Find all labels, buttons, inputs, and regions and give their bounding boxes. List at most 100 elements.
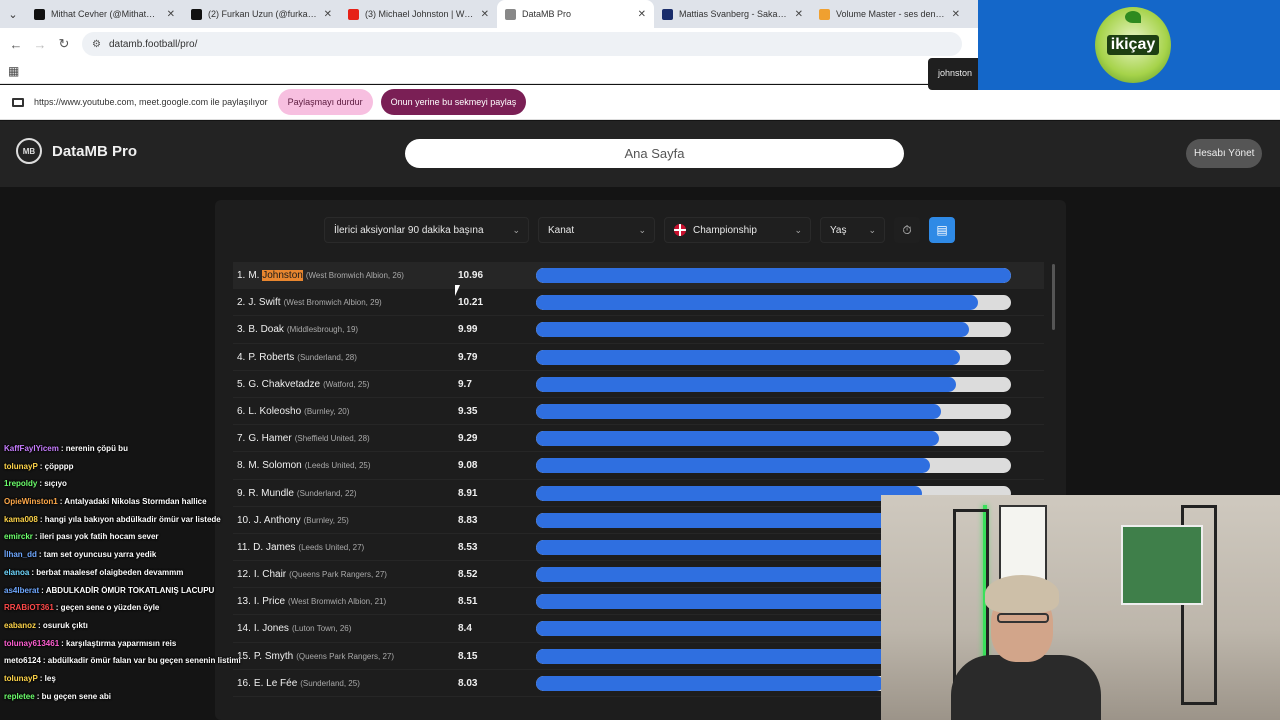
share-this-tab-button[interactable]: Onun yerine bu sekmeyi paylaş [380,89,527,115]
close-tab-icon[interactable]: ✕ [795,9,803,20]
player-value: 10.21 [458,297,484,309]
player-club: (Leeds United, 27) [298,542,365,552]
value-bar-track [536,295,1011,311]
browser-tab[interactable]: (3) Michael Johnston | West ✕ [340,0,497,28]
close-tab-icon[interactable]: ✕ [324,9,332,20]
chat-username: tolunayP [4,461,38,471]
leaf-icon [1125,11,1141,23]
player-rank: 3. [237,324,246,336]
player-value: 8.83 [458,514,478,526]
value-bar-track [536,376,1011,392]
tab-title: (2) Furkan Uzun (@furkan__uzu [208,9,318,19]
tab-title: Mithat Cevher (@MithatCevher [51,9,161,19]
manage-account-button[interactable]: Hesabı Yönet [1186,139,1263,168]
chevron-down-icon: ⌄ [868,225,876,235]
player-club: (Sunderland, 25) [300,678,360,688]
player-club: (West Bromwich Albion, 26) [305,271,404,280]
browser-tab[interactable]: Volume Master - ses denetleyic ✕ [811,0,968,28]
reload-icon[interactable]: ↻ [52,36,76,52]
x-icon [191,8,202,20]
site-info-icon[interactable]: ⚙ [92,39,101,50]
browser-tab[interactable]: (2) Furkan Uzun (@furkan__uzu ✕ [183,0,340,28]
mouse-cursor-icon [455,285,463,296]
screen-share-bar: https://www.youtube.com, meet.google.com… [0,85,1280,120]
player-row[interactable]: 7. G. Hamer (Sheffield United, 28) 9.29 [233,425,1044,453]
browser-tab[interactable]: DataMB Pro ✕ [497,0,654,28]
value-bar-track [536,458,1011,474]
value-bar-fill [536,458,930,474]
chat-message: as4lberat: ABDULKADİR ÖMÜR TOKATLANIŞ LA… [0,586,268,604]
chat-username: meto6124 [4,656,41,666]
player-row[interactable]: 3. B. Doak (Middlesbrough, 19) 9.99 [233,316,1044,344]
chat-text: : hangi yıla bakıyon abdülkadir ömür var… [39,514,221,524]
player-name: 2. J. Swift (West Bromwich Albion, 29) [237,297,382,308]
player-value: 8.91 [458,487,478,499]
chat-text: : bu geçen sene abi [36,691,111,701]
chat-username: İlhan_dd [4,550,37,560]
value-bar-track [536,349,1011,365]
player-value: 9.79 [458,351,478,363]
value-bar-track [536,431,1011,447]
chevron-down-icon: ⌄ [638,225,646,235]
player-row[interactable]: 4. P. Roberts (Sunderland, 28) 9.79 [233,344,1044,371]
brand-name: DataMB Pro [52,142,138,160]
metric-select[interactable]: İlerici aksiyonlar 90 dakika başına ⌄ [324,217,529,243]
player-rank: 5. [237,378,246,390]
metric-select-value: İlerici aksiyonlar 90 dakika başına [334,224,484,236]
app-header: MB DataMB Pro Ana Sayfa Hesabı Yönet [0,121,1280,187]
browser-tab[interactable]: Mithat Cevher (@MithatCevher ✕ [26,0,183,28]
chat-text: : tam set oyuncusu yarra yedik [38,550,157,560]
chat-message: eabanoz: osuruk çıktı [0,621,268,639]
player-name: 3. B. Doak (Middlesbrough, 19) [237,324,358,335]
timer-icon[interactable]: ⏱ [894,217,920,243]
url-field[interactable]: ⚙ datamb.football/pro/ [82,32,962,56]
chat-message: tolunayP: leş [0,674,268,692]
url-text: datamb.football/pro/ [108,38,198,50]
player-value: 8.52 [458,569,478,581]
stop-sharing-button[interactable]: Paylaşmayı durdur [277,89,373,115]
player-club: (Queens Park Rangers, 27) [296,651,395,661]
chat-message: İlhan_dd: tam set oyuncusu yarra yedik [0,550,268,568]
globe-icon [505,8,516,20]
chat-message: OpieWinston1: Antalyadaki Nikolas Stormd… [0,497,268,515]
player-value: 8.15 [458,650,478,662]
close-tab-icon[interactable]: ✕ [167,9,175,20]
player-value: 10.96 [458,270,484,281]
player-club: (Burnley, 20) [304,406,350,416]
player-club: (Sunderland, 22) [296,488,357,498]
chat-message: meto6124: abdülkadir ömür falan var bu g… [0,656,268,674]
chat-username: elanoa [4,567,30,577]
tab-search-chevron-icon[interactable]: ⌄ [0,0,26,28]
home-button[interactable]: Ana Sayfa [405,139,904,168]
player-row[interactable]: 1. M. Johnston (West Bromwich Albion, 26) 1… [233,262,1044,290]
age-select[interactable]: Yaş ⌄ [820,217,885,243]
apps-grid-icon[interactable]: ▦ [8,64,19,78]
league-select[interactable]: Championship ⌄ [664,217,811,243]
chat-message: kama008: hangi yıla bakıyon abdülkadir ö… [0,515,268,533]
chat-username: emirckr [4,532,33,542]
player-name-text: P. Roberts [248,351,295,363]
brand[interactable]: MB DataMB Pro [16,138,137,164]
player-club: (Queens Park Rangers, 27) [289,570,387,580]
browser-tab[interactable]: Mattias Svanberg - Sakatlık geç ✕ [654,0,811,28]
position-select[interactable]: Kanat ⌄ [538,217,655,243]
forward-arrow-icon[interactable]: → [28,37,52,52]
player-row[interactable]: 5. G. Chakvetadze (Watford, 25) 9.7 [233,371,1044,398]
position-select-value: Kanat [548,224,575,236]
back-arrow-icon[interactable]: ← [4,37,28,52]
player-club: (West Bromwich Albion, 29) [283,298,382,308]
player-row[interactable]: 6. L. Koleosho (Burnley, 20) 9.35 [233,398,1044,426]
player-name: 1. M. Johnston (West Bromwich Albion, 26) [237,270,404,281]
close-tab-icon[interactable]: ✕ [952,9,960,20]
list-scrollbar[interactable] [1052,264,1055,330]
calendar-icon[interactable]: ▤ [929,217,955,243]
close-tab-icon[interactable]: ✕ [638,9,646,20]
chat-text: : berbat maalesef olaigbeden devammm [31,567,184,577]
player-row[interactable]: 2. J. Swift (West Bromwich Albion, 29) 10.2… [233,289,1044,317]
close-tab-icon[interactable]: ✕ [481,9,489,20]
chat-username: as4lberat [4,585,40,595]
value-bar-track [536,403,1011,419]
player-row[interactable]: 8. M. Solomon (Leeds United, 25) 9.08 [233,452,1044,480]
tab-title: Volume Master - ses denetleyic [836,9,946,19]
chat-message: elanoa: berbat maalesef olaigbeden devam… [0,568,268,586]
